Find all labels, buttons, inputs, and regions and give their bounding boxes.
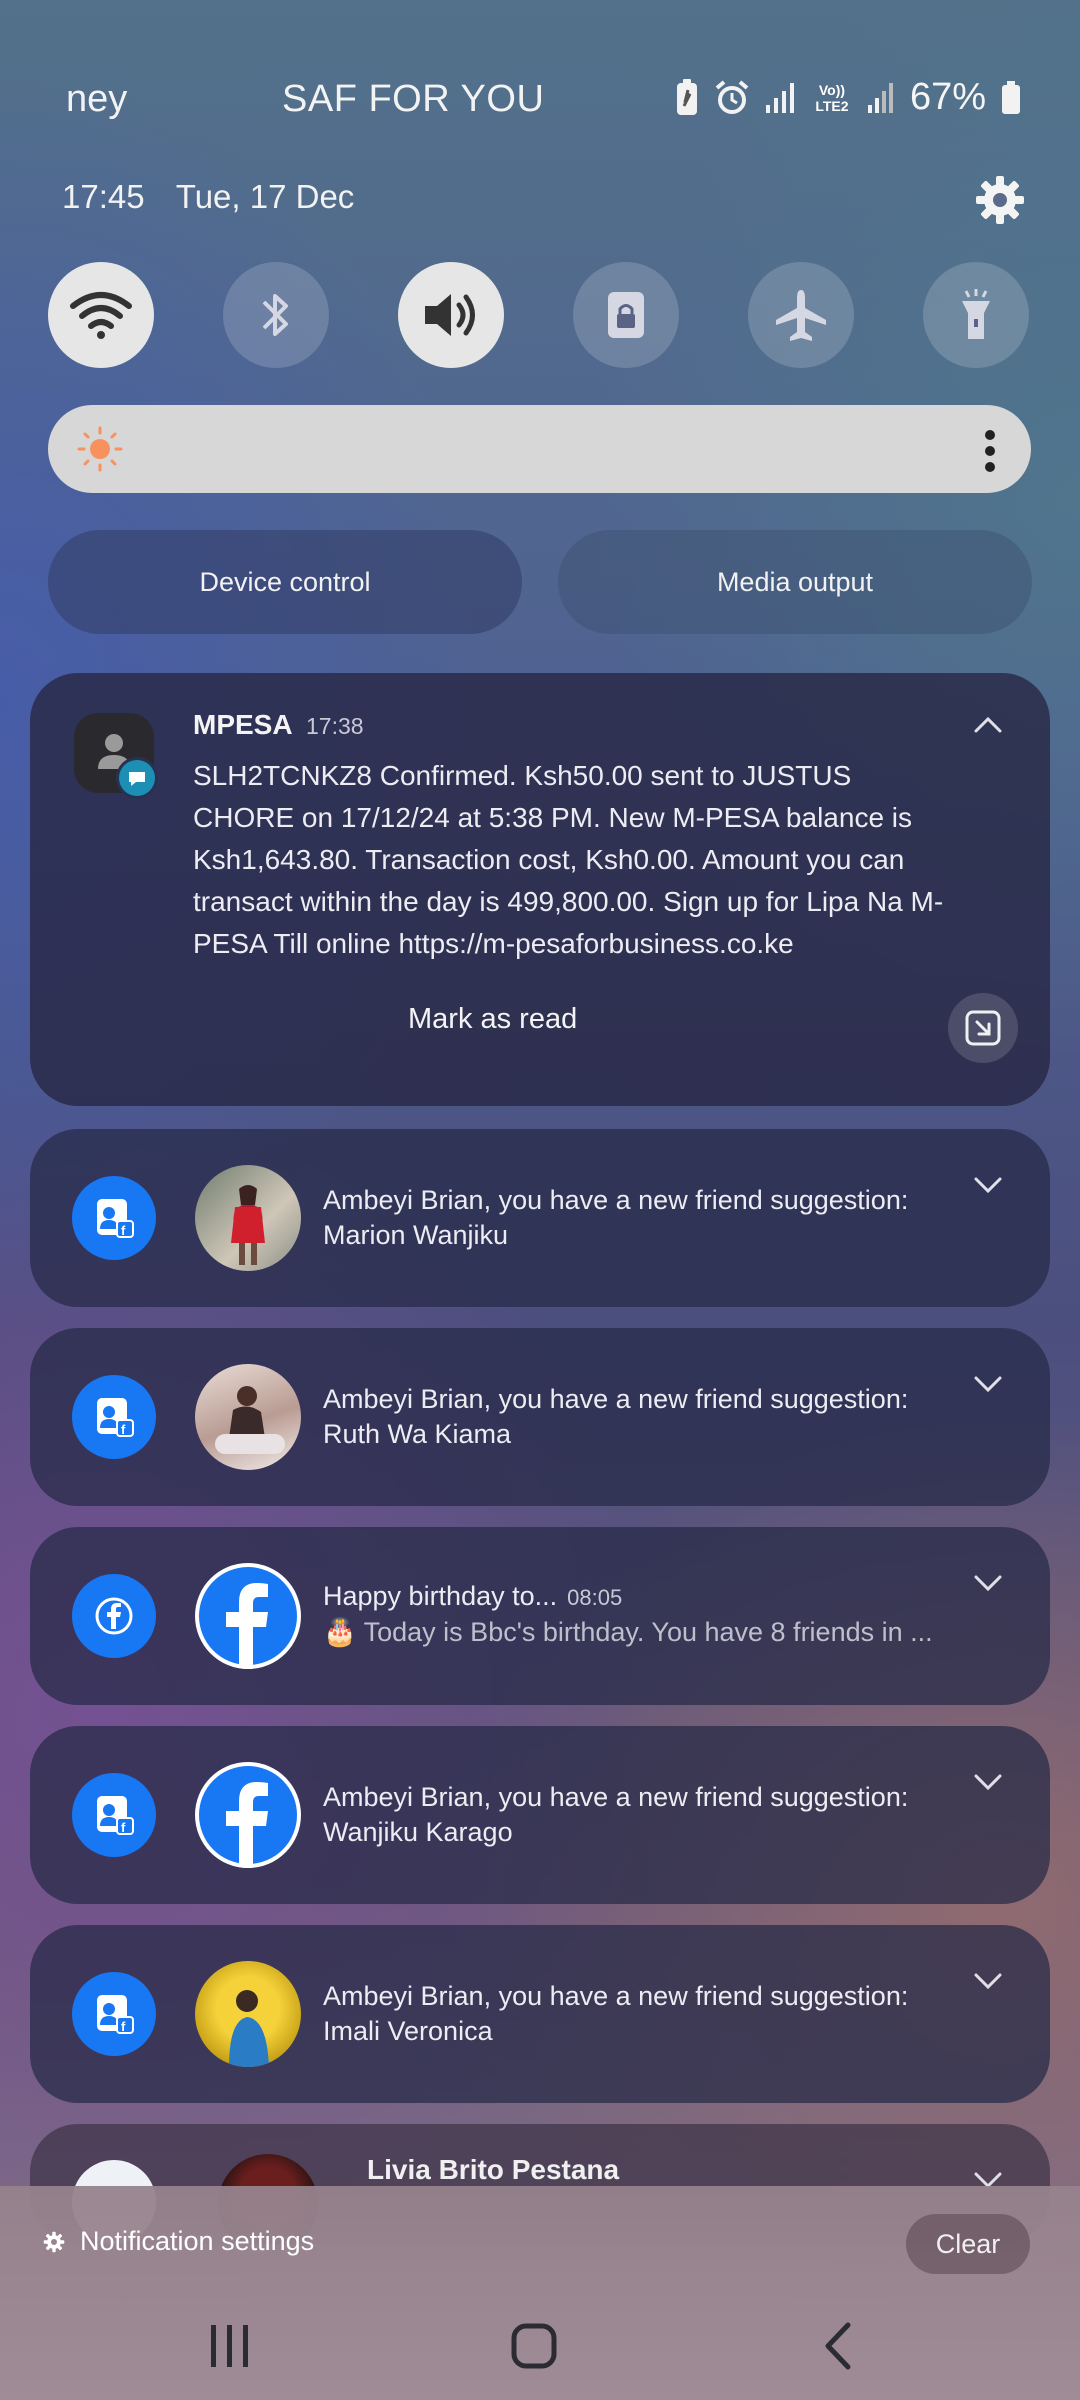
notification-text: Ambeyi Brian, you have a new friend sugg… [323,1780,963,1850]
date-time-row: 17:45 Tue, 17 Dec [62,178,354,216]
open-external-icon[interactable] [948,993,1018,1063]
brightness-slider[interactable] [48,405,1031,493]
sound-toggle[interactable] [398,262,504,368]
recents-icon [211,2325,248,2367]
fb-friend-icon: f [72,1972,156,2056]
bottom-bar: Notification settings Clear [0,2186,1080,2400]
airplane-toggle[interactable] [748,262,854,368]
avatar [195,1165,301,1271]
home-button[interactable] [494,2306,574,2386]
mpesa-notification[interactable]: MPESA 17:38 SLH2TCNKZ8 Confirmed. Ksh50.… [30,673,1050,1106]
notification-line2: Ruth Wa Kiama [323,1419,512,1449]
chevron-down-icon[interactable] [972,1573,1004,1593]
lock-icon [608,292,644,338]
chevron-down-icon[interactable] [972,1175,1004,1195]
notification-settings-label: Notification settings [80,2226,315,2256]
fb-friend-icon: f [72,1375,156,1459]
fb-friend-icon: f [72,1176,156,1260]
device-control-button[interactable]: Device control [48,530,522,634]
wifi-icon [70,292,132,339]
quick-settings-row [48,262,1032,368]
notification-settings-button[interactable]: Notification settings [42,2226,314,2257]
media-output-button[interactable]: Media output [558,530,1032,634]
speaker-icon [425,294,475,336]
battery-icon [1002,80,1020,114]
notification-line2: Marion Wanjiku [323,1220,509,1250]
settings-gear-icon[interactable] [972,172,1028,228]
back-button[interactable] [798,2306,878,2386]
notification-line2: Imali Veronica [323,2016,493,2046]
recents-button[interactable] [190,2306,270,2386]
notification-card[interactable]: f Ambeyi Brian, you have a new friend su… [30,1925,1050,2103]
rotation-lock-toggle[interactable] [573,262,679,368]
battery-saver-icon [676,78,697,115]
signal-icon [765,82,794,113]
notification-line1: Ambeyi Brian, you have a new friend sugg… [323,1981,909,2011]
notification-time: 08:05 [567,1585,623,1610]
notification-line1: Ambeyi Brian, you have a new friend sugg… [323,1782,909,1812]
notification-line1: Ambeyi Brian, you have a new friend sugg… [323,1384,909,1414]
chevron-down-icon[interactable] [972,1971,1004,1991]
notification-line2: 🎂 Today is Bbc's birthday. You have 8 fr… [323,1617,933,1647]
battery-percent: 67% [909,76,986,118]
avatar [195,1364,301,1470]
volte-icon: Vo)) LTE2 [815,81,849,114]
sun-icon [77,426,123,472]
notification-time: 17:38 [306,713,364,739]
flashlight-icon [962,289,990,339]
clock-time: 17:45 [62,178,145,215]
notification-title: Livia Brito Pestana [367,2154,620,2185]
status-bar: ney SAF FOR YOU Vo)) LTE2 67% [0,72,1080,132]
home-icon [511,2323,557,2369]
gear-icon [43,2231,65,2252]
airplane-icon [776,290,826,341]
facebook-icon [72,1574,156,1658]
more-options-icon[interactable] [983,429,997,473]
notification-text: Happy birthday to... 08:05 🎂 Today is Bbc… [323,1579,963,1650]
flashlight-toggle[interactable] [923,262,1029,368]
bluetooth-icon [262,294,288,336]
signal-2-icon [867,82,893,113]
alarm-icon [715,79,749,114]
notification-line1: Ambeyi Brian, you have a new friend sugg… [323,1185,909,1215]
svg-text:f: f [121,1223,126,1238]
clear-button[interactable]: Clear [906,2214,1030,2274]
mark-as-read-button[interactable]: Mark as read [408,1003,577,1036]
chevron-down-icon[interactable] [972,1772,1004,1792]
svg-text:f: f [121,2019,126,2034]
facebook-logo-icon [195,1762,301,1868]
notification-card[interactable]: Happy birthday to... 08:05 🎂 Today is Bbc… [30,1527,1050,1705]
notification-line1: Happy birthday to... [323,1581,558,1611]
chevron-down-icon[interactable] [972,1374,1004,1394]
notification-line2: Wanjiku Karago [323,1817,513,1847]
svg-text:f: f [121,1422,126,1437]
back-icon [825,2322,851,2370]
clock-date: Tue, 17 Dec [175,178,355,215]
notification-card[interactable]: f Ambeyi Brian, you have a new friend su… [30,1129,1050,1307]
avatar [195,1961,301,2067]
carrier-name: SAF FOR YOU [282,78,545,120]
svg-text:f: f [121,1820,126,1835]
notification-text: Ambeyi Brian, you have a new friend sugg… [323,1183,963,1253]
status-left-text: ney [66,78,128,120]
chat-badge-icon [116,757,158,799]
bluetooth-toggle[interactable] [223,262,329,368]
notification-card[interactable]: f Ambeyi Brian, you have a new friend su… [30,1328,1050,1506]
notification-text: Ambeyi Brian, you have a new friend sugg… [323,1979,963,2049]
status-icons: Vo)) LTE2 67% [674,76,1022,119]
chevron-up-icon[interactable] [972,715,1004,735]
notification-app-name: MPESA [193,709,293,740]
notification-card[interactable]: f Ambeyi Brian, you have a new friend su… [30,1726,1050,1904]
wifi-toggle[interactable] [48,262,154,368]
notification-text: Ambeyi Brian, you have a new friend sugg… [323,1382,963,1452]
fb-friend-icon: f [72,1773,156,1857]
facebook-logo-icon [195,1563,301,1669]
notification-body: SLH2TCNKZ8 Confirmed. Ksh50.00 sent to J… [193,760,944,959]
